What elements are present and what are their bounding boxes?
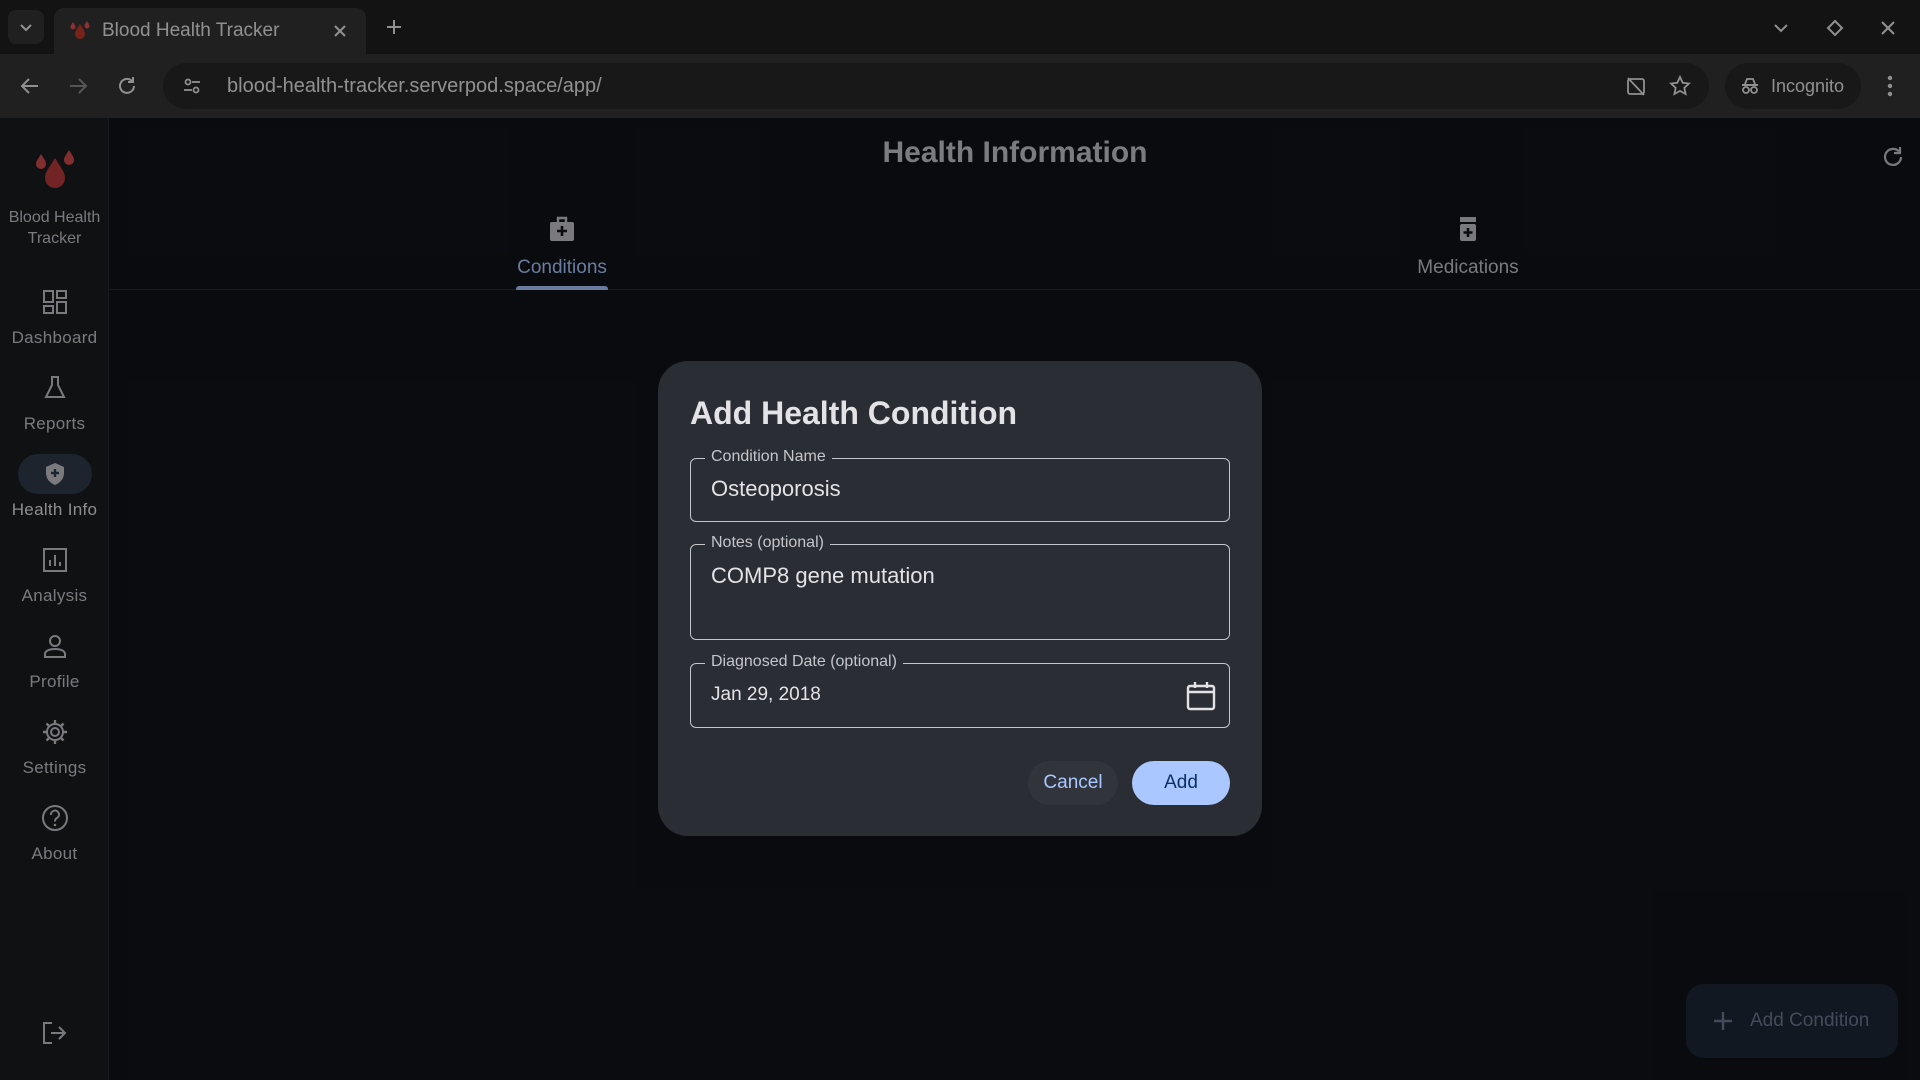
field-label: Condition Name (705, 448, 832, 466)
condition-name-value: Osteoporosis (711, 476, 841, 501)
diagnosed-date-value: Jan 29, 2018 (711, 684, 821, 705)
field-label: Diagnosed Date (optional) (705, 653, 903, 671)
add-button[interactable]: Add (1132, 761, 1230, 805)
diagnosed-date-field[interactable]: Diagnosed Date (optional) Jan 29, 2018 (690, 653, 1230, 728)
dialog-title: Add Health Condition (690, 395, 1018, 431)
field-label: Notes (optional) (705, 534, 830, 552)
add-condition-dialog: Add Health Condition Condition Name Oste… (658, 361, 1262, 836)
calendar-icon[interactable] (1185, 680, 1217, 712)
notes-field[interactable]: Notes (optional) COMP8 gene mutation (690, 534, 1230, 640)
cancel-button[interactable]: Cancel (1028, 761, 1118, 805)
condition-name-field[interactable]: Condition Name Osteoporosis (690, 448, 1230, 522)
notes-value: COMP8 gene mutation (711, 563, 935, 588)
